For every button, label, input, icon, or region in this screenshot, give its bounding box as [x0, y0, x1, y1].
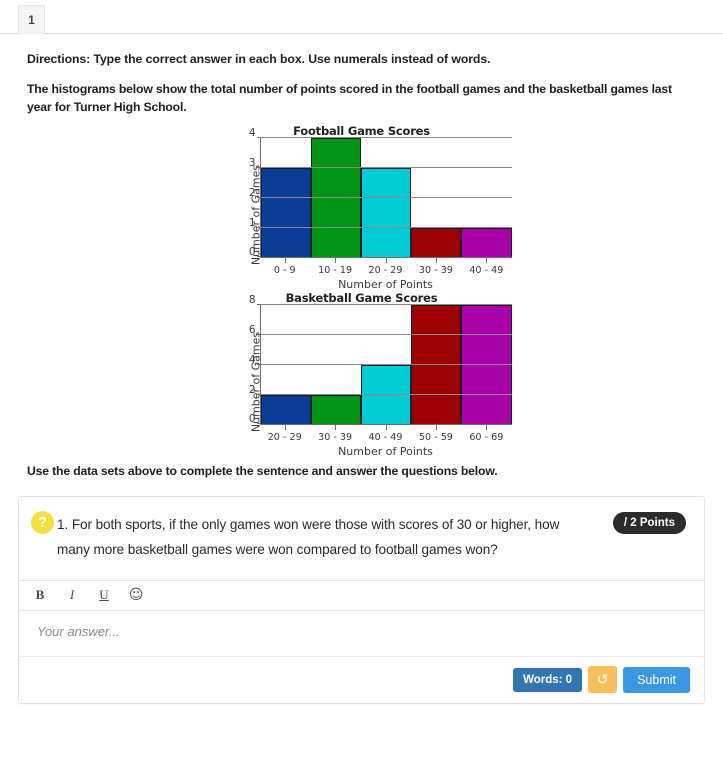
y-axis-tick-label: 8 — [248, 294, 256, 307]
question-mark-icon[interactable]: ? — [31, 511, 54, 535]
histograms-container: Football Game Scores Number of Games 012… — [27, 124, 696, 458]
gridline — [260, 304, 512, 306]
histogram-bar — [411, 227, 462, 258]
answer-input[interactable]: Your answer... — [19, 611, 704, 657]
directions-text: Directions: Type the correct answer in e… — [27, 52, 491, 66]
x-axis-tick-label: 40 - 49 — [469, 265, 504, 277]
italic-icon[interactable]: I — [61, 584, 83, 606]
histogram-bar — [411, 305, 462, 425]
y-axis-tick-label: 0 — [248, 246, 256, 259]
word-count-badge: Words: 0 — [513, 667, 583, 692]
y-axis-tick-mark — [256, 196, 261, 198]
tab-strip: 1 — [0, 0, 723, 34]
y-axis-tick-label: 0 — [248, 413, 256, 426]
y-axis-tick-label: 2 — [248, 383, 256, 396]
y-axis-tick-label: 4 — [248, 353, 256, 366]
histogram-bar — [360, 168, 412, 258]
x-axis-tick-mark — [461, 425, 511, 432]
chart-basketball-body: Number of Games 02468 20 - 29 30 - 39 40 -… — [212, 294, 512, 459]
histogram-bar — [461, 227, 512, 258]
gridline — [260, 137, 512, 139]
x-axis-tick-mark — [310, 258, 360, 265]
y-axis-tick-mark — [256, 423, 261, 425]
tab-1[interactable]: 1 — [18, 5, 45, 34]
underline-icon[interactable]: U — [93, 584, 115, 606]
x-axis-tick-label: 20 - 29 — [368, 265, 403, 277]
x-axis-tick-label: 30 - 39 — [418, 265, 453, 277]
y-axis-tick-label: 1 — [248, 216, 256, 229]
chart-football-title: Football Game Scores — [293, 124, 430, 139]
y-axis-tick-mark — [256, 137, 261, 139]
reset-icon[interactable]: ↺ — [588, 666, 618, 694]
chart-football-plot: 0 1 2 3 4 — [249, 127, 512, 259]
y-axis-tick-label: 4 — [248, 127, 256, 140]
editor-toolbar: B I U ☺ — [19, 579, 704, 611]
chart-basketball: Basketball Game Scores Number of Games 0… — [27, 291, 696, 458]
points-badge: / 2 Points — [612, 512, 686, 535]
tab-1-label: 1 — [28, 13, 35, 27]
chart-football-xticks — [260, 258, 512, 265]
x-axis-tick-label: 10 - 19 — [318, 265, 353, 277]
chart-football-body: Number of Games 01234 0 - 9 10 - 19 20 - 2… — [212, 127, 512, 292]
chart-football-bars — [260, 138, 512, 258]
gridline — [260, 196, 512, 198]
y-axis-tick-label: 6 — [248, 324, 256, 337]
closing-text: Use the data sets above to complete the … — [27, 464, 498, 479]
question-text: 1. For both sports, if the only games wo… — [57, 517, 560, 557]
bold-icon[interactable]: B — [29, 584, 51, 606]
x-axis-tick-mark — [461, 258, 511, 265]
question-card: ? 1. For both sports, if the only games … — [18, 496, 705, 704]
gridline — [260, 393, 512, 395]
y-axis-tick-mark — [256, 256, 261, 258]
x-axis-tick-mark — [310, 425, 360, 432]
y-axis-tick-mark — [256, 393, 261, 395]
x-axis-tick-label: 60 - 69 — [469, 432, 504, 444]
chart-basketball-bars — [260, 305, 512, 425]
chart-basketball-xlabels: 20 - 29 30 - 39 40 - 49 50 - 59 60 - 69 — [260, 432, 512, 443]
x-axis-tick-mark — [411, 258, 461, 265]
x-axis-tick-label: 30 - 39 — [318, 432, 353, 444]
chart-football-xlabel: Number of Points — [338, 278, 433, 292]
x-axis-tick-mark — [360, 258, 410, 265]
histogram-bar — [310, 138, 361, 258]
histogram-bar — [310, 394, 361, 425]
gridline — [260, 167, 512, 169]
chart-basketball-xlabel: Number of Points — [338, 445, 433, 459]
intro-text: The histograms below show the total numb… — [27, 82, 672, 114]
chart-football: Football Game Scores Number of Games 012… — [27, 124, 696, 291]
chart-football-xlabels: 0 - 9 10 - 19 20 - 29 30 - 39 40 - 49 — [260, 265, 512, 276]
histogram-bar — [461, 305, 512, 425]
chart-basketball-plot: 0 2 4 6 8 — [249, 294, 512, 426]
x-axis-tick-label: 50 - 59 — [418, 432, 453, 444]
x-axis-tick-label: 40 - 49 — [368, 432, 403, 444]
x-axis-tick-mark — [260, 258, 310, 265]
y-axis-tick-label: 3 — [248, 157, 256, 170]
y-axis-tick-mark — [256, 226, 261, 228]
emoji-icon[interactable]: ☺ — [125, 584, 147, 606]
y-axis-tick-mark — [256, 334, 261, 336]
submit-button[interactable]: Submit — [623, 666, 690, 693]
x-axis-tick-mark — [360, 425, 410, 432]
y-axis-tick-mark — [256, 167, 261, 169]
x-axis-tick-mark — [411, 425, 461, 432]
histogram-bar — [260, 168, 311, 258]
y-axis-tick-mark — [256, 363, 261, 365]
chart-basketball-xticks — [260, 425, 512, 432]
gridline — [260, 226, 512, 228]
x-axis-tick-label: 20 - 29 — [267, 432, 302, 444]
question-footer: Words: 0 ↺ Submit — [19, 657, 704, 703]
main-content: Directions: Type the correct answer in e… — [0, 52, 723, 478]
gridline — [260, 334, 512, 336]
histogram-bar — [360, 364, 412, 425]
question-header: ? 1. For both sports, if the only games … — [19, 497, 704, 579]
x-axis-tick-label: 0 - 9 — [273, 265, 296, 277]
histogram-bar — [260, 394, 311, 425]
y-axis-tick-mark — [256, 304, 261, 306]
x-axis-tick-mark — [260, 425, 310, 432]
y-axis-tick-label: 2 — [248, 186, 256, 199]
chart-basketball-title: Basketball Game Scores — [285, 291, 438, 306]
gridline — [260, 363, 512, 365]
